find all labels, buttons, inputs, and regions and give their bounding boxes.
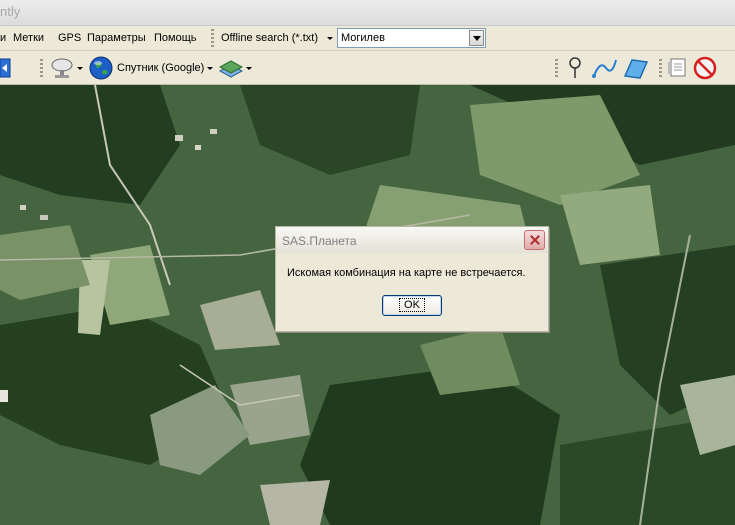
toolbar-grip[interactable] — [659, 59, 662, 78]
window-title: ntly — [0, 4, 21, 19]
satellite-dropdown-arrow-icon[interactable] — [77, 67, 83, 70]
message-dialog: SAS.Планета Искомая комбинация на карте … — [275, 226, 549, 332]
toolbar-grip[interactable] — [40, 59, 43, 78]
layers-dropdown-arrow-icon[interactable] — [246, 67, 252, 70]
search-combobox[interactable]: Могилев — [337, 28, 486, 48]
search-dropdown-button[interactable] — [469, 30, 484, 46]
notes-icon[interactable] — [666, 56, 688, 80]
dialog-close-icon[interactable] — [524, 230, 545, 250]
placemark-icon[interactable] — [566, 56, 584, 80]
toolbar-grip[interactable] — [211, 29, 214, 48]
map-source-dropdown[interactable]: Спутник (Google) — [117, 62, 204, 74]
menu-item-help[interactable]: Помощь — [154, 32, 197, 44]
search-input-value[interactable]: Могилев — [341, 32, 385, 44]
move-icon[interactable] — [0, 56, 12, 80]
menu-item-gps[interactable]: GPS — [58, 32, 81, 44]
search-provider-dropdown[interactable]: Offline search (*.txt) — [221, 32, 318, 44]
toolbar-grip[interactable] — [555, 59, 558, 78]
dialog-title: SAS.Планета — [282, 234, 357, 248]
satellite-dish-icon[interactable] — [50, 57, 74, 79]
main-toolbar: Спутник (Google) — [0, 51, 735, 85]
menu-item-cut[interactable]: и — [0, 32, 6, 44]
globe-icon[interactable] — [89, 56, 113, 80]
window-titlebar: ntly — [0, 0, 735, 26]
dialog-titlebar[interactable]: SAS.Планета — [276, 227, 548, 253]
ok-button[interactable]: OK — [382, 295, 442, 316]
layers-icon[interactable] — [218, 57, 244, 79]
menu-item-parameters[interactable]: Параметры — [87, 32, 146, 44]
search-provider-arrow-icon[interactable] — [327, 37, 333, 40]
delete-marks-icon[interactable] — [693, 56, 717, 80]
path-icon[interactable] — [592, 56, 618, 80]
menu-item-marks[interactable]: Метки — [13, 32, 44, 44]
polygon-icon[interactable] — [622, 56, 650, 80]
dialog-message: Искомая комбинация на карте не встречает… — [287, 267, 526, 279]
map-source-arrow-icon[interactable] — [207, 67, 213, 70]
ok-button-label: OK — [399, 298, 425, 312]
